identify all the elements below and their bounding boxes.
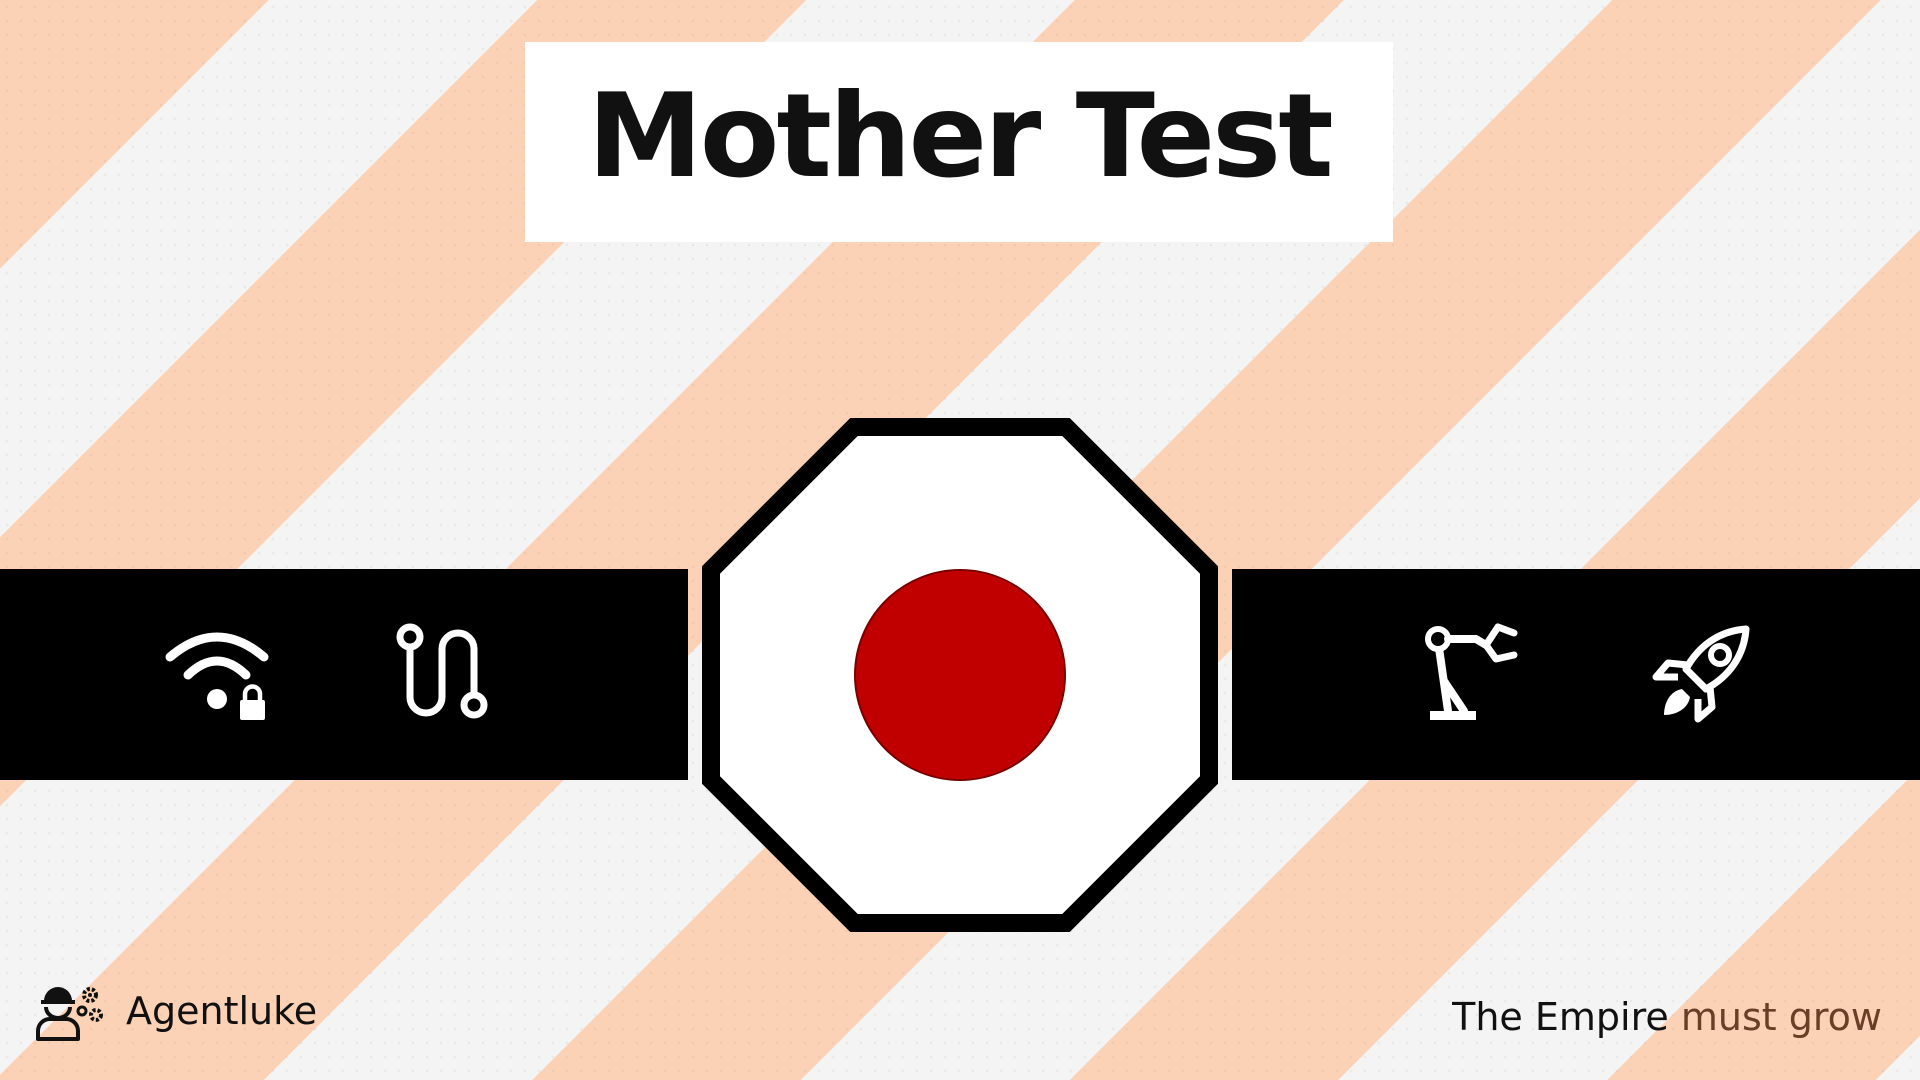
tagline-accent: must grow — [1680, 995, 1882, 1039]
left-toolbar-band — [0, 569, 688, 780]
center-record-button[interactable] — [702, 418, 1218, 932]
worker-gears-icon — [36, 981, 108, 1041]
route-icon[interactable] — [388, 619, 498, 729]
brand-footer: Agentluke — [36, 976, 317, 1046]
red-dot-icon — [854, 569, 1066, 781]
robot-arm-icon[interactable] — [1418, 619, 1528, 729]
title-panel: Mother Test — [525, 42, 1393, 242]
tagline-part1: The Empire — [1452, 995, 1669, 1039]
rocket-icon[interactable] — [1648, 619, 1758, 729]
tagline: The Empire must grow — [1452, 995, 1882, 1039]
wifi-lock-icon[interactable] — [162, 619, 272, 729]
page-title: Mother Test — [587, 69, 1333, 204]
right-toolbar-band — [1232, 569, 1920, 780]
brand-name: Agentluke — [126, 989, 318, 1033]
